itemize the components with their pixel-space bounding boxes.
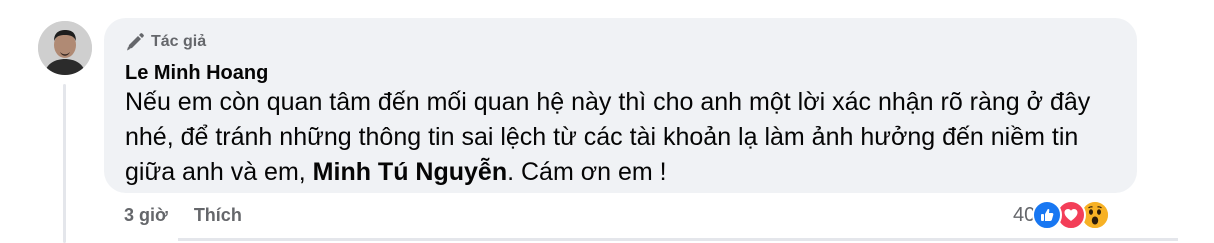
- author-name[interactable]: Le Minh Hoang: [125, 60, 268, 86]
- avatar[interactable]: [38, 21, 92, 75]
- like-icon: [1032, 200, 1063, 230]
- comment-thread: Tác giả Le Minh Hoang Nếu em còn quan tâ…: [0, 0, 1214, 243]
- reply-divider: [178, 238, 1178, 241]
- comment-actions: 3 giờ Thích: [124, 205, 242, 226]
- badge-label: Tác giả: [151, 33, 207, 50]
- mention-link[interactable]: Minh Tú Nguyễn: [313, 158, 507, 186]
- comment-text: Nếu em còn quan tâm đến mối quan hệ này …: [125, 85, 1115, 190]
- comment-text-part2: . Cám ơn em !: [507, 158, 667, 186]
- pencil-icon: [125, 32, 145, 52]
- author-badge: Tác giả: [125, 31, 206, 53]
- thread-line: [63, 84, 66, 243]
- timestamp[interactable]: 3 giờ: [124, 205, 168, 226]
- reaction-summary[interactable]: 40: [1013, 199, 1111, 231]
- like-button[interactable]: Thích: [194, 205, 242, 226]
- avatar-photo: [38, 21, 92, 75]
